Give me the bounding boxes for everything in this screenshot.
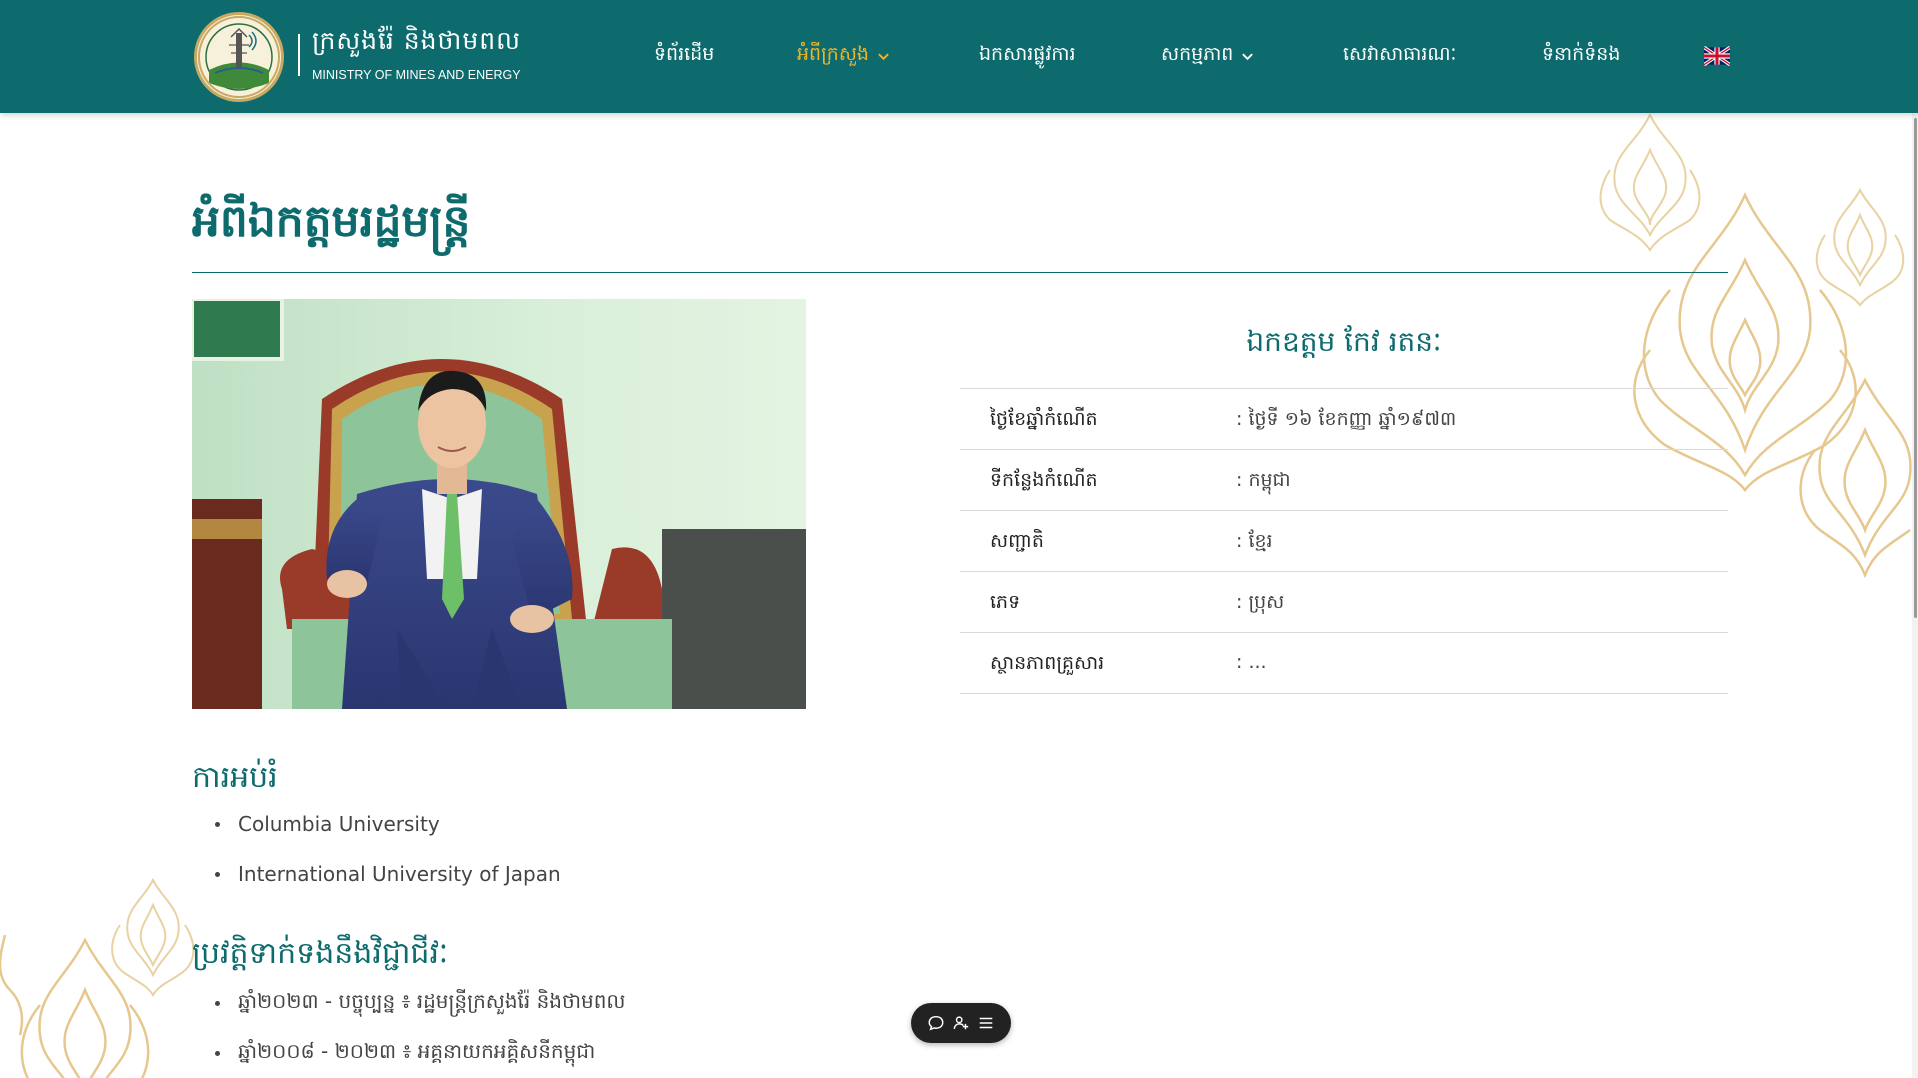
bullet-icon <box>215 871 220 877</box>
nav-official-documents[interactable]: ឯកសារផ្លូវការ <box>979 42 1075 70</box>
minister-name: ឯកឧត្តម កែវ រតនៈ <box>1246 325 1442 358</box>
ministry-seal-icon <box>198 16 280 98</box>
profile-info-table: ថ្ងៃខែឆ្នាំកំណើត : ថ្ងៃទី ១៦ ខែកញ្ញា ឆ្ន… <box>960 388 1728 694</box>
bullet-icon <box>215 1000 220 1006</box>
career-item: ឆ្នាំ២០២៣ - បច្ចុប្បន្ន ៖ រដ្ឋមន្ត្រីក្រ… <box>238 989 626 1013</box>
info-value: : ខ្មែរ <box>1236 530 1273 552</box>
list-item: ឆ្នាំ២០០៨ - ២០២៣ ៖ អគ្គនាយកអគ្គិសនីកម្ពុ… <box>215 1038 595 1068</box>
nav-public-services-label: សេវាសាធារណៈ <box>1343 43 1457 65</box>
education-item: International University of Japan <box>238 862 561 886</box>
info-value: : ... <box>1236 651 1267 673</box>
chevron-down-icon <box>1242 53 1254 60</box>
nav-official-documents-label: ឯកសារផ្លូវការ <box>979 43 1076 65</box>
lotus-ornament-decoration-left <box>0 877 195 1078</box>
nav-home-label: ទំព័រដើម <box>654 43 715 65</box>
nav-activities-label: សកម្មភាព <box>1161 43 1234 65</box>
list-item: Columbia University <box>215 812 440 836</box>
nav-contact[interactable]: ទំនាក់ទំនង <box>1542 42 1620 70</box>
nav-about-ministry[interactable]: អំពីក្រសួង <box>797 42 890 70</box>
nav-about-ministry-label: អំពីក្រសួង <box>797 43 869 65</box>
nav-home[interactable]: ទំព័រដើម <box>654 42 714 70</box>
info-value: : ប្រុស <box>1236 591 1285 613</box>
list-item: ឆ្នាំ២០២៣ - បច្ចុប្បន្ន ៖ រដ្ឋមន្ត្រីក្រ… <box>215 988 625 1018</box>
add-user-icon[interactable] <box>952 1014 970 1032</box>
info-label: សញ្ជាតិ <box>990 530 1044 552</box>
chat-bubble-icon[interactable] <box>927 1014 945 1032</box>
bullet-icon <box>215 821 220 827</box>
page-root: ក្រសួងរ៉ែ និងថាមពល MINISTRY OF MINES AND… <box>0 0 1918 1078</box>
info-row-marital-status: ស្ថានភាពគ្រួសារ : ... <box>960 633 1728 694</box>
ministry-name-khmer: ក្រសួងរ៉ែ និងថាមពល <box>312 26 521 55</box>
floating-toolbar <box>911 1003 1011 1043</box>
chevron-down-icon <box>878 53 889 60</box>
page-title: អំពីឯកត្តមរដ្ឋមន្ត្រី <box>192 196 471 247</box>
career-item: ឆ្នាំ២០០៨ - ២០២៣ ៖ អគ្គនាយកអគ្គិសនីកម្ពុ… <box>238 1039 596 1063</box>
nav-contact-label: ទំនាក់ទំនង <box>1542 43 1621 65</box>
bullet-icon <box>215 1050 220 1056</box>
education-item: Columbia University <box>238 812 440 836</box>
uk-flag-icon[interactable] <box>1704 45 1730 67</box>
info-label: ទីកន្លែងកំណើត <box>990 469 1098 491</box>
ministry-name-english: MINISTRY OF MINES AND ENERGY <box>312 68 521 82</box>
nav-activities[interactable]: សកម្មភាព <box>1161 42 1254 70</box>
nav-public-services[interactable]: សេវាសាធារណៈ <box>1343 42 1456 70</box>
page-scrollbar-thumb[interactable] <box>1914 118 1917 618</box>
list-item: International University of Japan <box>215 862 561 886</box>
ministry-logo-emblem[interactable] <box>194 12 284 102</box>
menu-icon[interactable] <box>977 1014 995 1032</box>
info-label: ភេទ <box>990 591 1021 613</box>
education-section-title: ការអប់រំ <box>192 760 278 795</box>
info-row-gender: ភេទ : ប្រុស <box>960 572 1728 633</box>
info-row-birthdate: ថ្ងៃខែឆ្នាំកំណើត : ថ្ងៃទី ១៦ ខែកញ្ញា ឆ្ន… <box>960 389 1728 450</box>
career-section-title: ប្រវត្តិទាក់ទងនឹងវិជ្ជាជីវៈ <box>192 936 449 971</box>
info-row-nationality: សញ្ជាតិ : ខ្មែរ <box>960 511 1728 572</box>
info-label: ស្ថានភាពគ្រួសារ <box>990 652 1105 674</box>
site-header: ក្រសួងរ៉ែ និងថាមពល MINISTRY OF MINES AND… <box>0 0 1918 113</box>
minister-portrait-photo <box>192 299 806 709</box>
title-divider <box>192 272 1728 273</box>
info-label: ថ្ងៃខែឆ្នាំកំណើត <box>990 408 1098 430</box>
logo-divider <box>298 34 300 76</box>
info-value: : កម្ពុជា <box>1236 469 1291 491</box>
info-row-birthplace: ទីកន្លែងកំណើត : កម្ពុជា <box>960 450 1728 511</box>
info-value: : ថ្ងៃទី ១៦ ខែកញ្ញា ឆ្នាំ១៩៧៣ <box>1236 408 1457 430</box>
